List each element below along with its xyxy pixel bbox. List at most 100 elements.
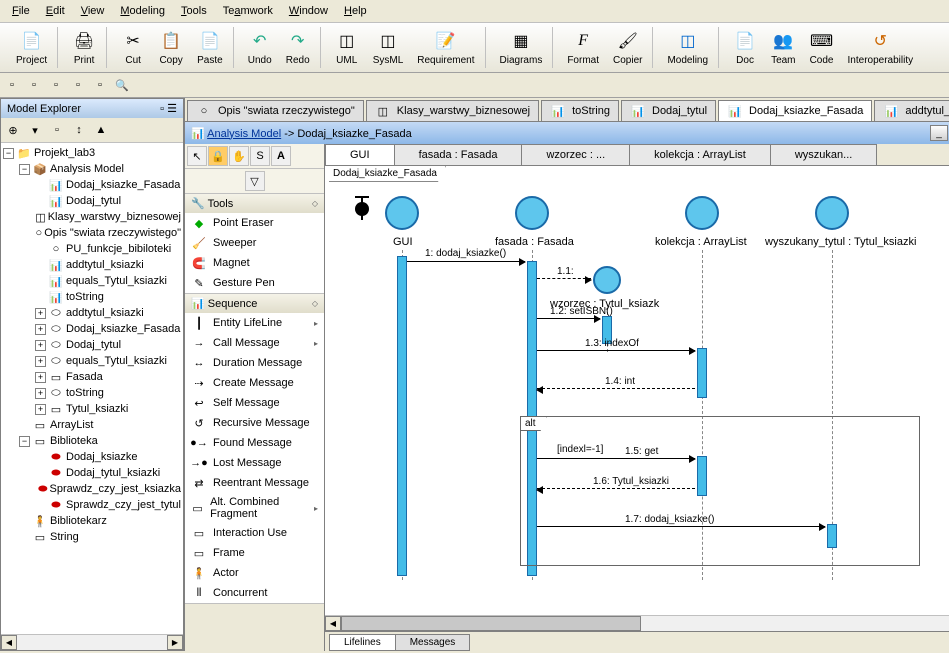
palette-item[interactable]: ↺Recursive Message <box>185 413 324 433</box>
copy-button[interactable]: 📋Copy <box>153 27 189 68</box>
tree-item[interactable]: +⬭toString <box>35 385 181 401</box>
search-icon[interactable]: 🔍 <box>112 75 132 95</box>
toggle-icon[interactable]: − <box>19 436 30 447</box>
paste-button[interactable]: 📄Paste <box>191 27 229 68</box>
scroll-left-icon[interactable]: ◀ <box>325 616 341 631</box>
dropdown-icon[interactable]: ▽ <box>245 171 265 191</box>
palette-item[interactable]: ⦀Concurrent <box>185 583 324 603</box>
tree-item[interactable]: +▭Tytul_ksiazki <box>35 401 181 417</box>
message[interactable] <box>537 278 591 279</box>
tab-lifelines[interactable]: Lifelines <box>329 634 396 651</box>
view-btn-1[interactable]: ▫ <box>2 75 22 95</box>
view-btn-2[interactable]: ▫ <box>24 75 44 95</box>
pointer-icon[interactable]: ↖ <box>187 146 207 166</box>
requirement-button[interactable]: 📝Requirement <box>411 27 480 68</box>
menu-modeling[interactable]: Modeling <box>112 2 173 20</box>
tree-item[interactable]: ○Opis "swiata rzeczywistego" <box>35 225 181 241</box>
palette-item[interactable]: 🧍Actor <box>185 563 324 583</box>
activation[interactable] <box>397 256 407 576</box>
palette-item[interactable]: ⇄Reentrant Message <box>185 473 324 493</box>
lock-icon[interactable]: 🔒 <box>208 146 228 166</box>
doc-tab[interactable]: 📊Dodaj_tytul <box>621 100 716 121</box>
tab-messages[interactable]: Messages <box>395 634 471 651</box>
copier-button[interactable]: 🖌Copier <box>607 27 648 68</box>
print-button[interactable]: 🖨Print <box>66 27 102 68</box>
modeling-button[interactable]: ◫Modeling <box>661 27 714 68</box>
hand-icon[interactable]: ✋ <box>229 146 249 166</box>
tree-item[interactable]: ⬬Dodaj_tytul_ksiazki <box>35 465 181 481</box>
toggle-icon[interactable]: − <box>19 164 30 175</box>
doc-tab[interactable]: 📊addtytul_ksiazki <box>874 100 949 121</box>
message[interactable] <box>537 318 600 319</box>
scroll-left-icon[interactable]: ◀ <box>1 635 17 650</box>
a-icon[interactable]: A <box>271 146 291 166</box>
tree-item[interactable]: +⬭equals_Tytul_ksiazki <box>35 353 181 369</box>
toggle-icon[interactable]: + <box>35 340 46 351</box>
breadcrumb-model[interactable]: Analysis Model <box>207 128 281 140</box>
tree-item[interactable]: 🧍Bibliotekarz <box>19 513 181 529</box>
lifeline-head[interactable] <box>515 196 549 230</box>
menu-tools[interactable]: Tools <box>173 2 215 20</box>
tree-item[interactable]: −▭Biblioteka <box>19 433 181 449</box>
palette-item[interactable]: ●→Found Message <box>185 433 324 453</box>
view-btn-5[interactable]: ▫ <box>90 75 110 95</box>
ex-btn-3[interactable]: ▫ <box>47 120 67 140</box>
team-button[interactable]: 👥Team <box>765 27 801 68</box>
undo-button[interactable]: ↶Undo <box>242 27 278 68</box>
explorer-hscroll[interactable]: ◀ ▶ <box>1 634 183 650</box>
s-icon[interactable]: S <box>250 146 270 166</box>
lifeline-head[interactable] <box>815 196 849 230</box>
palette-item[interactable]: ◆Point Eraser <box>185 213 324 233</box>
explorer-pin-icon[interactable]: ▫ ☰ <box>160 102 177 115</box>
palette-item[interactable]: ⇢Create Message <box>185 373 324 393</box>
palette-section-sequence[interactable]: 📊 Sequence◇ <box>185 294 324 313</box>
palette-item[interactable]: ┃Entity LifeLine▸ <box>185 313 324 333</box>
message[interactable] <box>537 350 695 351</box>
diagram-canvas[interactable]: Dodaj_ksiazke_Fasada GUI fasada : Fasada… <box>325 166 949 615</box>
tree-item[interactable]: 📊toString <box>35 289 181 305</box>
tree-item[interactable]: ◫Klasy_warstwy_biznesowej <box>35 209 181 225</box>
toggle-icon[interactable]: + <box>35 308 46 319</box>
tree-item[interactable]: 📊equals_Tytul_ksiazki <box>35 273 181 289</box>
palette-item[interactable]: 🧹Sweeper <box>185 233 324 253</box>
doc-button[interactable]: 📄Doc <box>727 27 763 68</box>
menu-file[interactable]: FFileile <box>4 2 38 20</box>
doc-tab[interactable]: ◫Klasy_warstwy_biznesowej <box>366 100 539 121</box>
palette-item[interactable]: ✎Gesture Pen <box>185 273 324 293</box>
message[interactable] <box>537 526 825 527</box>
minimize-button[interactable]: _ <box>930 125 948 141</box>
toggle-icon[interactable]: + <box>35 356 46 367</box>
lifeline-tab[interactable]: GUI <box>325 144 395 165</box>
menu-teamwork[interactable]: Teamwork <box>215 2 281 20</box>
palette-item[interactable]: ▭Frame <box>185 543 324 563</box>
toggle-icon[interactable]: + <box>35 372 46 383</box>
tree-item[interactable]: 📊Dodaj_tytul <box>35 193 181 209</box>
cut-button[interactable]: ✂Cut <box>115 27 151 68</box>
lifeline-head[interactable] <box>593 266 621 294</box>
palette-item[interactable]: ↔Duration Message <box>185 353 324 373</box>
toggle-icon[interactable]: + <box>35 388 46 399</box>
doc-tab[interactable]: 📊toString <box>541 100 619 121</box>
view-btn-3[interactable]: ▫ <box>46 75 66 95</box>
redo-button[interactable]: ↷Redo <box>280 27 316 68</box>
tree-item[interactable]: 📊Dodaj_ksiazke_Fasada <box>35 177 181 193</box>
sysml-button[interactable]: ◫SysML <box>367 27 410 68</box>
alt-fragment[interactable]: alt <box>520 416 920 566</box>
ex-btn-4[interactable]: ↕ <box>69 120 89 140</box>
toggle-icon[interactable]: + <box>35 404 46 415</box>
activation[interactable] <box>697 348 707 398</box>
menu-window[interactable]: Window <box>281 2 336 20</box>
collapse-icon[interactable]: ◇ <box>312 199 318 208</box>
collapse-icon[interactable]: ◇ <box>312 299 318 308</box>
doc-tab[interactable]: ○Opis "swiata rzeczywistego" <box>187 100 364 121</box>
palette-item[interactable]: ▭Alt. Combined Fragment▸ <box>185 493 324 523</box>
message[interactable] <box>537 388 695 389</box>
palette-item[interactable]: ▭Interaction Use <box>185 523 324 543</box>
project-button[interactable]: 📄Project <box>10 27 53 68</box>
scroll-thumb[interactable] <box>341 616 641 631</box>
palette-item[interactable]: →Call Message▸ <box>185 333 324 353</box>
menu-edit[interactable]: Edit <box>38 2 73 20</box>
tree-item[interactable]: +⬭addtytul_ksiazki <box>35 305 181 321</box>
format-button[interactable]: FFormat <box>561 27 605 68</box>
interoperability-button[interactable]: ↺Interoperability <box>842 27 920 68</box>
